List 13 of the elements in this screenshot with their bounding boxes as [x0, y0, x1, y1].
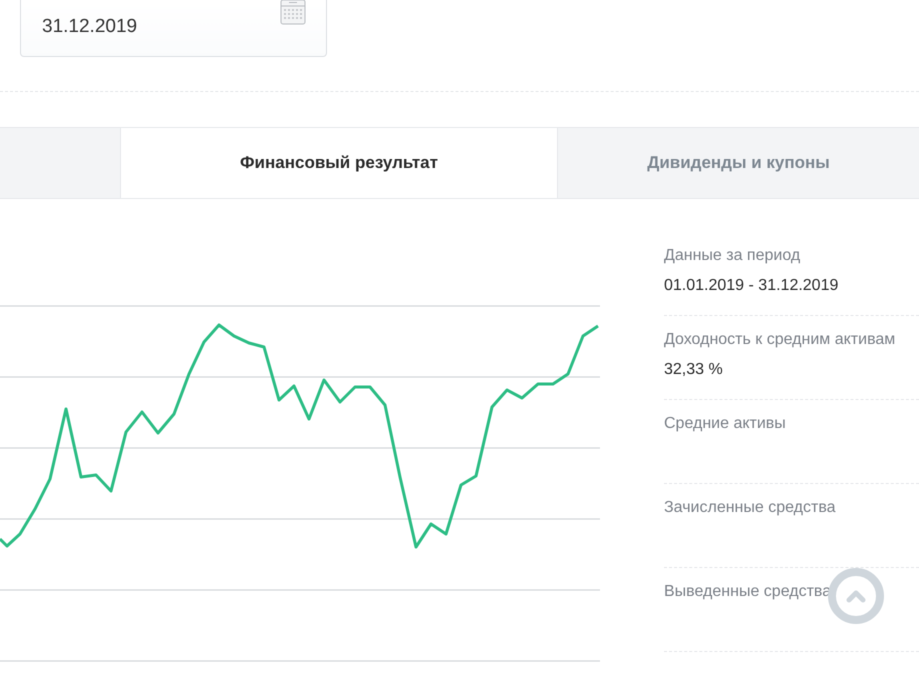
- tab[interactable]: Финансовый результат: [120, 128, 558, 198]
- scroll-up-button[interactable]: [827, 567, 885, 625]
- stat-label: Выведенные средства: [664, 582, 832, 602]
- stat-label: Доходность к средним активам: [664, 330, 896, 350]
- stat-label: Средние активы: [664, 414, 787, 434]
- calendar-icon[interactable]: [280, 0, 306, 25]
- date-value: 31.12.2019: [42, 16, 138, 38]
- date-field[interactable]: 31.12.2019: [20, 0, 327, 57]
- stat-value: 01.01.2019 - 31.12.2019: [664, 276, 840, 296]
- stat-label: Данные за период: [664, 246, 802, 266]
- stat-label: Зачисленные средства: [664, 498, 837, 518]
- tab[interactable]: [0, 128, 120, 198]
- stat-value: 32,33 %: [664, 360, 724, 380]
